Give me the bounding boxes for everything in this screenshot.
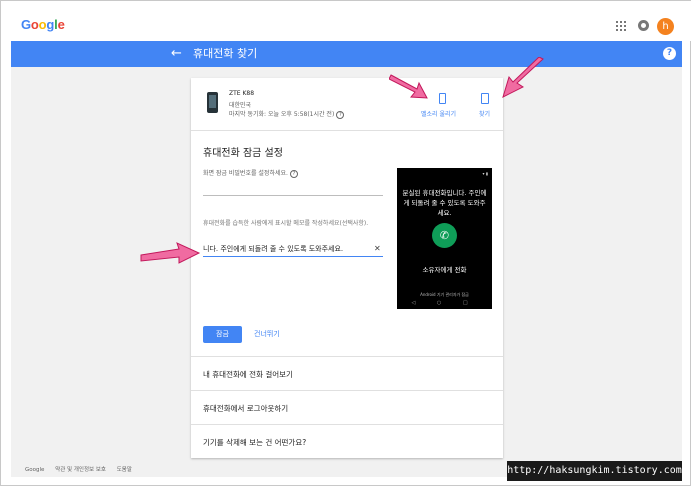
device-country: 대한민국 <box>229 102 252 109</box>
sync-help-icon[interactable]: ? <box>336 110 345 119</box>
skip-button[interactable]: 건너뛰기 <box>254 329 280 339</box>
apps-grid-icon[interactable] <box>616 21 626 31</box>
annotation-arrow-icon <box>140 242 201 264</box>
option-sign-out[interactable]: 휴대전화에서 로그아웃하기 <box>203 403 288 414</box>
annotation-arrow-icon <box>502 57 544 98</box>
clear-input-icon[interactable]: ✕ <box>374 244 381 253</box>
annotation-arrow-icon <box>389 74 428 99</box>
logo-letter: e <box>57 17 65 32</box>
preview-footer: Android 기기 관리자가 잠금 <box>420 292 469 297</box>
window-frame: Google h ← 휴대전화 찾기 ? ZTE K88 대한민국 마지막 동기… <box>0 0 691 486</box>
divider <box>191 390 503 391</box>
device-card: ZTE K88 대한민국 마지막 동기화: 오늘 오후 5:58(1시간 전)?… <box>191 78 503 458</box>
recovery-message-input[interactable]: 니다. 주인에게 되돌려 줄 수 있도록 도와주세요. <box>203 243 383 257</box>
google-logo[interactable]: Google <box>21 17 65 32</box>
call-icon: ✆ <box>432 223 457 248</box>
option-erase-device[interactable]: 기기를 삭제해 보는 건 어떤가요? <box>203 437 306 448</box>
option-ring-my-phone[interactable]: 내 휴대전화에 전화 걸어보기 <box>203 369 293 380</box>
divider <box>191 130 503 131</box>
locate-phone-icon[interactable] <box>481 93 489 104</box>
password-label-text: 화면 잠금 비밀번호를 설정하세요. <box>203 170 288 177</box>
avatar[interactable]: h <box>657 18 674 35</box>
help-icon[interactable]: ? <box>663 47 676 60</box>
notifications-icon[interactable] <box>638 20 649 31</box>
call-owner-label: 소유자에게 전화 <box>422 266 467 274</box>
footer-privacy-link[interactable]: 약관 및 개인정보 보호 <box>55 467 106 473</box>
divider <box>191 356 503 357</box>
top-bar: Google h <box>1 1 691 41</box>
page-title: 휴대전화 찾기 <box>193 47 258 60</box>
message-label: 휴대전화를 습득한 사람에게 표시할 메모를 작성하세요(선택사항). <box>203 220 369 227</box>
logo-letter: g <box>46 17 55 32</box>
status-bar-icon: ▾ ▮ <box>482 171 488 176</box>
watermark: http://haksungkim.tistory.com <box>507 461 682 481</box>
logo-letter: o <box>30 17 39 32</box>
footer-brand: Google <box>25 467 45 473</box>
preview-message: 분실된 휴대전화입니다. 주인에게 되돌려 줄 수 있도록 도와주세요. <box>402 189 487 217</box>
lock-section-title: 휴대전화 잠금 설정 <box>203 148 283 159</box>
logo-letter: G <box>21 17 31 32</box>
page-footer: Google 약관 및 개인정보 보호 도움말 <box>25 465 141 473</box>
last-sync-text: 마지막 동기화: 오늘 오후 5:58(1시간 전) <box>229 111 335 118</box>
back-arrow-icon[interactable]: ← <box>171 45 182 63</box>
password-help-icon[interactable]: ? <box>289 169 298 178</box>
lock-button[interactable]: 잠금 <box>203 326 242 343</box>
ring-phone-icon[interactable] <box>439 93 446 104</box>
password-field[interactable] <box>203 195 383 196</box>
locate-button[interactable]: 찾기 <box>479 109 490 118</box>
phone-icon <box>207 92 218 113</box>
device-last-sync: 마지막 동기화: 오늘 오후 5:58(1시간 전)? <box>229 109 345 119</box>
footer-help-link[interactable]: 도움말 <box>117 467 132 473</box>
divider <box>191 424 503 425</box>
android-nav-icons: ◁ ○ □ <box>411 300 478 306</box>
device-name: ZTE K88 <box>229 90 255 97</box>
lock-screen-preview: ▾ ▮ 분실된 휴대전화입니다. 주인에게 되돌려 줄 수 있도록 도와주세요.… <box>397 168 492 309</box>
ring-button[interactable]: 벨소리 울리기 <box>421 109 456 118</box>
password-label: 화면 잠금 비밀번호를 설정하세요.? <box>203 168 298 178</box>
title-bar: ← 휴대전화 찾기 ? <box>11 41 682 67</box>
